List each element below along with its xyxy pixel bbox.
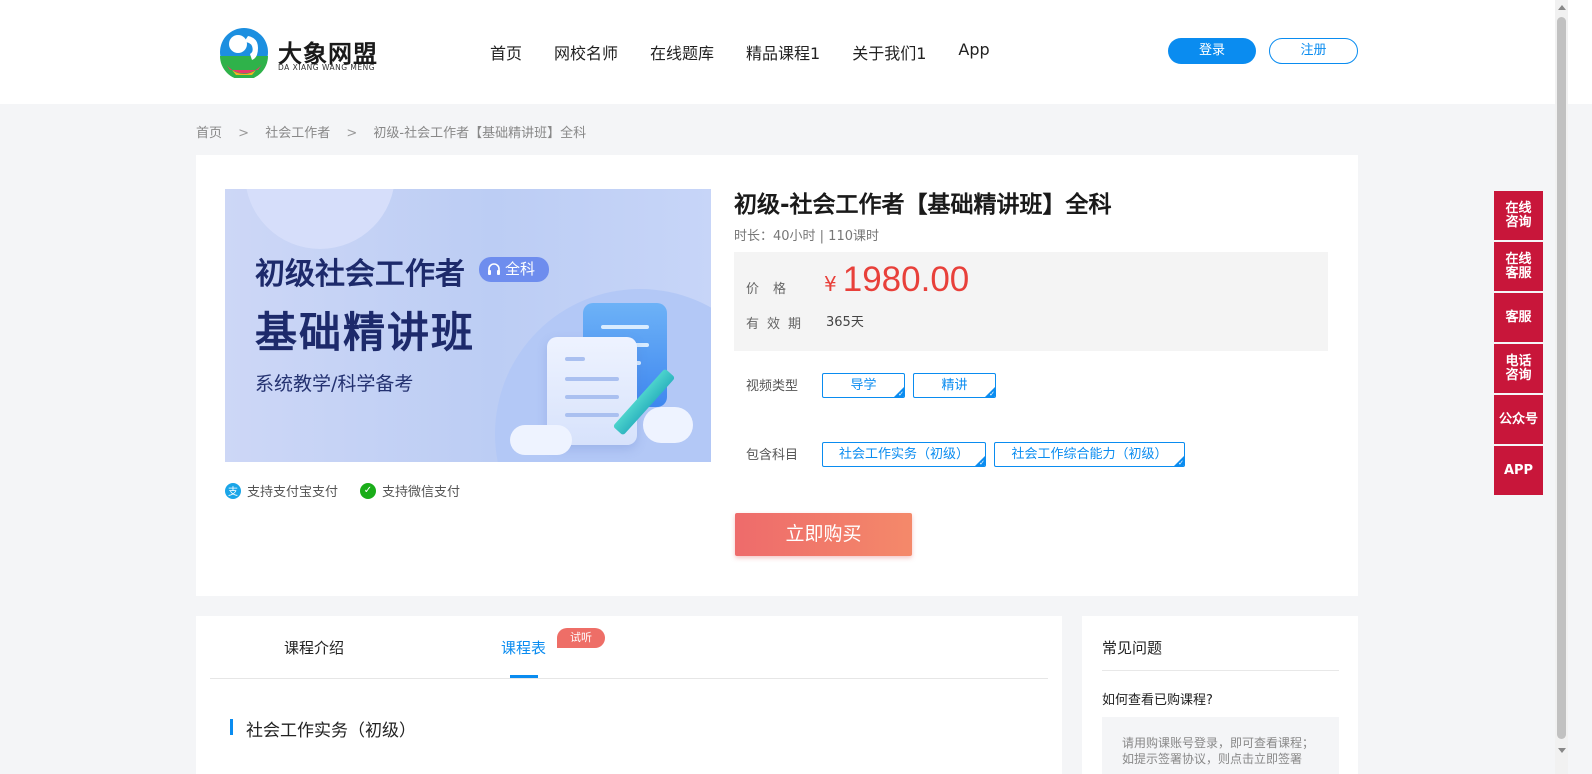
- scroll-down-arrow-icon[interactable]: [1558, 748, 1566, 753]
- price-value: ¥1980.00: [824, 260, 969, 300]
- currency-symbol: ¥: [824, 272, 837, 296]
- nav-home[interactable]: 首页: [490, 40, 522, 64]
- login-button[interactable]: 登录: [1168, 38, 1256, 64]
- online-consult-button[interactable]: 在线 咨询: [1494, 191, 1543, 240]
- site-logo[interactable]: 大象网盟 DA XIANG WANG MENG: [218, 26, 388, 78]
- course-cover-image: 初级社会工作者 全科 基础精讲班 系统教学/科学备考: [225, 189, 711, 462]
- breadcrumb-current: 初级-社会工作者【基础精讲班】全科: [373, 126, 587, 141]
- price-label: 价格: [746, 282, 801, 297]
- breadcrumb-home[interactable]: 首页: [196, 126, 222, 141]
- cloud-illustration: [510, 425, 572, 455]
- faq-question[interactable]: 如何查看已购课程?: [1102, 689, 1213, 708]
- cover-description: 系统教学/科学备考: [255, 373, 414, 395]
- schedule-section-title: 社会工作实务（初级）: [230, 716, 416, 741]
- cover-subtitle: 基础精讲班: [255, 308, 476, 357]
- video-type-option-intro[interactable]: 导学: [822, 373, 905, 398]
- nav-question-bank[interactable]: 在线题库: [650, 40, 714, 64]
- faq-panel: 常见问题 如何查看已购课程? 请用购课账号登录，即可查看课程；如提示签署协议，则…: [1082, 616, 1358, 774]
- wechat-pay-label: 支持微信支付: [382, 485, 461, 500]
- wechat-pay-support: ✓ 支持微信支付: [360, 481, 460, 500]
- breadcrumb-separator: >: [346, 126, 358, 141]
- nav-courses[interactable]: 精品课程1: [746, 40, 820, 64]
- validity-value: 365天: [826, 315, 864, 330]
- price-panel: 价格 ¥1980.00 有效期 365天: [734, 252, 1328, 351]
- faq-divider: [1102, 670, 1339, 671]
- course-tabs-panel: 课程介绍 课程表 试听 社会工作实务（初级）: [196, 616, 1062, 774]
- phone-consult-button[interactable]: 电话 咨询: [1494, 344, 1543, 393]
- tabs-divider: [210, 678, 1048, 679]
- main-nav: 首页 网校名师 在线题库 精品课程1 关于我们1 App: [490, 40, 1022, 64]
- cover-title: 初级社会工作者: [255, 257, 465, 292]
- price-amount: 1980.00: [842, 260, 970, 299]
- app-download-button[interactable]: APP: [1494, 446, 1543, 495]
- breadcrumb: 首页 > 社会工作者 > 初级-社会工作者【基础精讲班】全科: [196, 122, 598, 141]
- cover-tag-label: 全科: [505, 260, 536, 278]
- nav-about[interactable]: 关于我们1: [852, 40, 926, 64]
- site-header: 大象网盟 DA XIANG WANG MENG 首页 网校名师 在线题库 精品课…: [0, 0, 1592, 104]
- floating-service-bar: 在线 咨询 在线 客服 客服 电话 咨询 公众号 APP: [1494, 191, 1543, 497]
- official-account-button[interactable]: 公众号: [1494, 395, 1543, 444]
- subjects-label: 包含科目: [746, 448, 799, 463]
- headphones-icon: [488, 263, 500, 275]
- register-button[interactable]: 注册: [1269, 38, 1358, 64]
- cloud-illustration: [643, 407, 693, 443]
- scrollbar-thumb[interactable]: [1557, 17, 1566, 739]
- cover-tag: 全科: [479, 257, 549, 282]
- faq-title: 常见问题: [1102, 639, 1163, 657]
- logo-subtext: DA XIANG WANG MENG: [278, 63, 376, 72]
- online-service-button[interactable]: 在线 客服: [1494, 242, 1543, 291]
- alipay-label: 支持支付宝支付: [247, 485, 339, 500]
- customer-service-button[interactable]: 客服: [1494, 293, 1543, 342]
- nav-teachers[interactable]: 网校名师: [554, 40, 618, 64]
- faq-answer: 请用购课账号登录，即可查看课程；如提示签署协议，则点击立即签署: [1102, 717, 1339, 774]
- elephant-logo-icon: [220, 28, 268, 78]
- alipay-icon: 支: [225, 482, 241, 499]
- trial-badge: 试听: [557, 628, 605, 648]
- breadcrumb-separator: >: [238, 126, 250, 141]
- wechat-pay-icon: ✓: [360, 482, 376, 499]
- nav-app[interactable]: App: [958, 40, 989, 64]
- video-type-option-lecture[interactable]: 精讲: [913, 373, 996, 398]
- subject-option-practice[interactable]: 社会工作实务（初级）: [822, 442, 986, 467]
- course-title: 初级-社会工作者【基础精讲班】全科: [734, 192, 1112, 218]
- page-scrollbar[interactable]: [1555, 0, 1568, 774]
- scroll-up-arrow-icon[interactable]: [1558, 5, 1566, 10]
- breadcrumb-category[interactable]: 社会工作者: [265, 126, 330, 141]
- subject-option-comprehensive[interactable]: 社会工作综合能力（初级）: [994, 442, 1185, 467]
- video-type-label: 视频类型: [746, 379, 799, 394]
- tab-course-intro[interactable]: 课程介绍: [284, 637, 344, 658]
- buy-now-button[interactable]: 立即购买: [735, 513, 912, 556]
- cover-decor-circle: [245, 189, 395, 249]
- tab-course-schedule[interactable]: 课程表: [501, 637, 546, 658]
- alipay-support: 支 支持支付宝支付: [225, 481, 338, 500]
- validity-label: 有效期: [746, 317, 810, 332]
- course-duration: 时长：40小时 | 110课时: [734, 229, 879, 244]
- product-card: 初级社会工作者 全科 基础精讲班 系统教学/科学备考 支 支持支付宝支付 ✓ 支…: [196, 155, 1358, 596]
